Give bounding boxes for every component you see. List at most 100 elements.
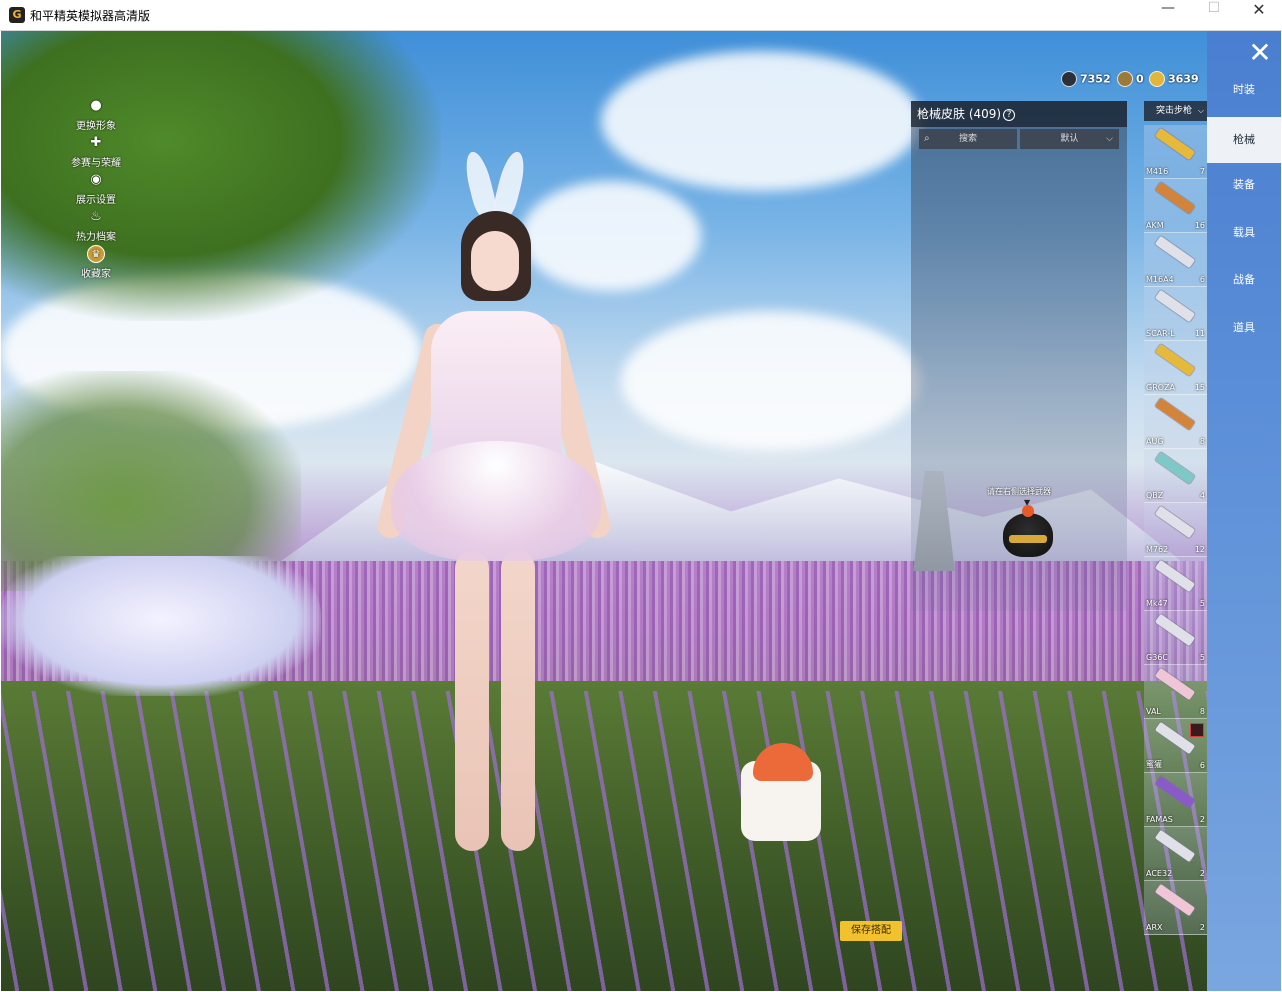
pet-hat [753, 743, 813, 781]
game-logo-icon: G [9, 7, 25, 23]
chevron-down-icon: ⌵ [1106, 134, 1113, 144]
weapon-name: Mk47 [1146, 599, 1168, 608]
coin-bronze-icon [1117, 71, 1133, 87]
rifle-icon [1154, 613, 1196, 647]
weapon-item-aug[interactable]: AUG 8 [1144, 395, 1207, 449]
cloud [601, 51, 921, 191]
weapon-name: M16A4 [1146, 275, 1174, 284]
left-menu: ● 更换形象 ✚ 参赛与荣耀 ◉ 展示设置 ♨ 热力档案 ♛ 收藏家 [61, 97, 131, 282]
currency-gold: 3639 [1149, 71, 1199, 91]
weapon-item-g36c[interactable]: G36C 5 [1144, 611, 1207, 665]
weapon-item-arx[interactable]: ARX 2 [1144, 881, 1207, 935]
weapon-name: SCAR-L [1146, 329, 1175, 338]
menu-label: 更换形象 [76, 121, 116, 132]
player-character[interactable] [361, 149, 621, 881]
menu-display-settings[interactable]: ◉ 展示设置 [61, 171, 131, 208]
weapon-category-select[interactable]: 突击步枪 ⌵ [1144, 101, 1207, 121]
window-titlebar: G 和平精英模拟器高清版 — ☐ ✕ [0, 0, 1282, 31]
weapon-item-mk47[interactable]: Mk47 5 [1144, 557, 1207, 611]
helmet-icon [1003, 505, 1053, 557]
minimize-button[interactable]: — [1145, 0, 1191, 31]
category-tabs: ✕ 时装 枪械 装备 载具 战备 道具 [1207, 31, 1281, 991]
menu-label: 参赛与荣耀 [71, 158, 121, 169]
weapon-item-qbz[interactable]: QBZ 4 [1144, 449, 1207, 503]
weapon-name: ARX [1146, 923, 1163, 932]
search-placeholder: 搜索 [958, 134, 977, 144]
weapon-item-honey-badger[interactable]: 蜜獾 6 [1144, 719, 1207, 773]
maximize-button[interactable]: ☐ [1191, 0, 1237, 31]
vehicle [1, 556, 321, 696]
tab-supplies[interactable]: 战备 [1207, 257, 1281, 303]
weapon-item-ace32[interactable]: ACE32 2 [1144, 827, 1207, 881]
save-outfit-button[interactable]: 保存搭配 [840, 921, 902, 941]
rifle-icon [1154, 343, 1196, 377]
sort-dropdown[interactable]: 默认 ⌵ [1020, 129, 1119, 149]
rifle-icon [1154, 235, 1196, 269]
weapon-name: FAMAS [1146, 815, 1173, 824]
weapon-item-scar-l[interactable]: SCAR-L 11 [1144, 287, 1207, 341]
currency-value: 3639 [1168, 72, 1199, 86]
rifle-icon [1154, 775, 1196, 809]
puzzle-icon: ✚ [90, 135, 102, 150]
weapon-count: 15 [1194, 383, 1205, 392]
weapon-item-m16a4[interactable]: M16A4 6 [1144, 233, 1207, 287]
currency-value: 7352 [1080, 72, 1111, 86]
weapon-name: AKM [1146, 221, 1164, 230]
flame-icon: ♨ [90, 209, 102, 224]
weapon-count: 4 [1199, 491, 1205, 500]
weapon-item-groza[interactable]: GROZA 15 [1144, 341, 1207, 395]
tab-items[interactable]: 道具 [1207, 305, 1281, 351]
weapon-count: 11 [1194, 329, 1205, 338]
rifle-icon [1154, 505, 1196, 539]
game-viewport: ● 更换形象 ✚ 参赛与荣耀 ◉ 展示设置 ♨ 热力档案 ♛ 收藏家 7352 … [1, 31, 1281, 991]
character-skirt [391, 441, 601, 561]
window-close-button[interactable]: ✕ [1236, 0, 1282, 31]
person-icon: ● [90, 98, 102, 113]
character-face [471, 231, 519, 291]
weapon-item-m762[interactable]: M762 12 [1144, 503, 1207, 557]
eye-icon: ◉ [90, 172, 102, 187]
weapon-name: M762 [1146, 545, 1169, 554]
window-title: 和平精英模拟器高清版 [30, 9, 151, 23]
close-icon[interactable]: ✕ [1245, 39, 1275, 69]
tab-fashion[interactable]: 时装 [1207, 67, 1281, 113]
character-legs [451, 551, 541, 851]
weapon-name: G36C [1146, 653, 1168, 662]
weapon-item-akm[interactable]: AKM 16 [1144, 179, 1207, 233]
coin-dark-icon [1061, 71, 1077, 87]
menu-change-appearance[interactable]: ● 更换形象 [61, 97, 131, 134]
menu-heat-profile[interactable]: ♨ 热力档案 [61, 208, 131, 245]
rifle-icon [1154, 397, 1196, 431]
search-input[interactable]: ⌕ 搜索 [919, 129, 1017, 149]
weapon-count: 6 [1199, 275, 1205, 284]
weapon-skin-panel: 枪械皮肤 (409)? ⌕ 搜索 默认 ⌵ 请在右侧选择武器 ▼ [911, 101, 1127, 611]
menu-collector[interactable]: ♛ 收藏家 [61, 245, 131, 282]
weapon-count: 2 [1199, 815, 1205, 824]
tab-vehicles[interactable]: 载具 [1207, 210, 1281, 256]
search-row: ⌕ 搜索 默认 ⌵ [919, 129, 1119, 149]
menu-honors[interactable]: ✚ 参赛与荣耀 [61, 134, 131, 171]
weapon-item-famas[interactable]: FAMAS 2 [1144, 773, 1207, 827]
rifle-icon [1154, 829, 1196, 863]
weapon-item-m416[interactable]: M416 7 [1144, 125, 1207, 179]
tab-weapons[interactable]: 枪械 [1207, 117, 1281, 163]
help-icon[interactable]: ? [1003, 108, 1016, 121]
currency-coupons: 7352 [1061, 71, 1111, 91]
foreground-flowers [1, 691, 1281, 991]
weapon-name: 蜜獾 [1146, 760, 1162, 769]
tab-equipment[interactable]: 装备 [1207, 162, 1281, 208]
empty-hint: 请在右侧选择武器 [987, 487, 1051, 496]
pet-companion[interactable] [721, 721, 831, 871]
weapon-count: 6 [1199, 761, 1205, 770]
weapon-count: 8 [1199, 437, 1205, 446]
weapon-count: 5 [1199, 599, 1205, 608]
weapon-item-val[interactable]: VAL 8 [1144, 665, 1207, 719]
new-badge-icon [1190, 723, 1204, 737]
rifle-icon [1154, 559, 1196, 593]
menu-label: 展示设置 [76, 195, 116, 206]
panel-header: 枪械皮肤 (409)? [911, 101, 1127, 127]
weapon-name: QBZ [1146, 491, 1164, 500]
weapon-count: 2 [1199, 923, 1205, 932]
weapon-count: 12 [1194, 545, 1205, 554]
weapon-name: M416 [1146, 167, 1169, 176]
